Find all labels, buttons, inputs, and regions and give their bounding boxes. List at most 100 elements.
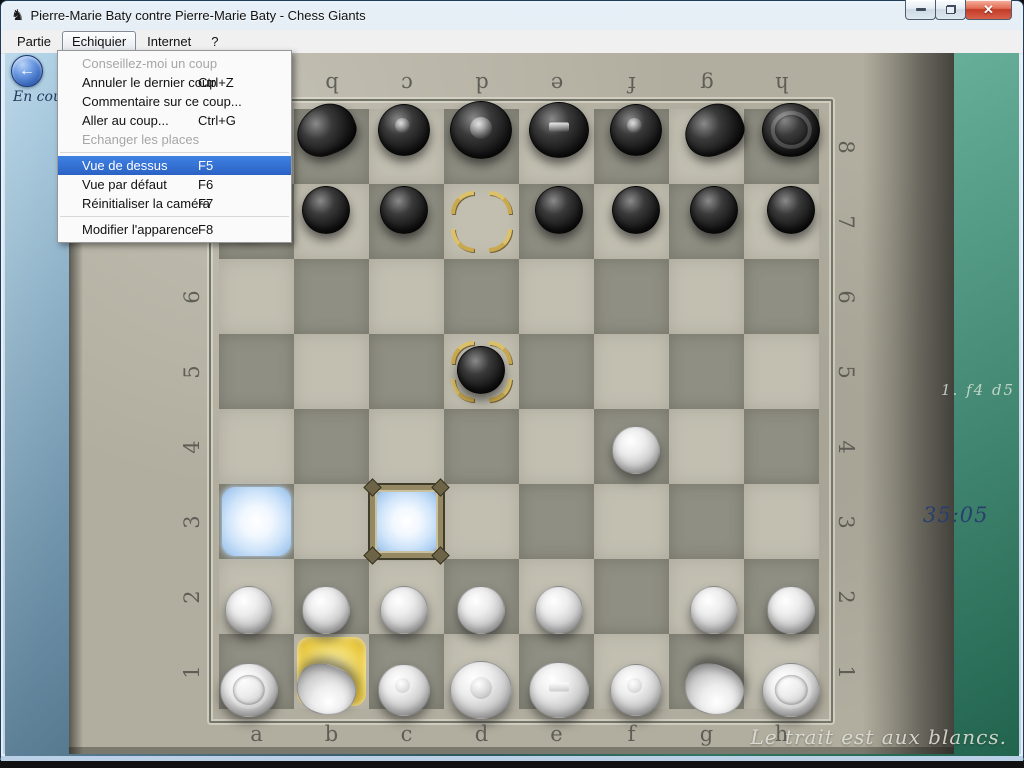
menu-separator <box>60 216 289 217</box>
menu-item-aller-au-coup[interactable]: Aller au coup...Ctrl+G <box>58 111 291 130</box>
square-a6[interactable] <box>219 259 294 334</box>
square-f5[interactable] <box>594 334 669 409</box>
square-d4[interactable] <box>444 409 519 484</box>
piece-white-rook-h1[interactable] <box>762 663 820 717</box>
file-label-bottom-g: g <box>692 719 722 749</box>
rank-label-left-1: 1 <box>177 657 207 687</box>
piece-white-bishop-f1[interactable] <box>610 664 662 716</box>
menu-item-conseillez-moi-un-coup[interactable]: Conseillez-moi un coup <box>58 54 291 73</box>
piece-white-pawn-g2[interactable] <box>690 586 738 634</box>
square-b3[interactable] <box>294 484 369 559</box>
back-arrow-icon[interactable]: ← <box>11 55 43 87</box>
square-c6[interactable] <box>369 259 444 334</box>
file-label-top-e: e <box>542 69 572 99</box>
piece-white-pawn-e2[interactable] <box>535 586 583 634</box>
rank-label-right-4: 4 <box>831 432 861 462</box>
square-g3[interactable] <box>669 484 744 559</box>
screen: ♞ Pierre-Marie Baty contre Pierre-Marie … <box>0 0 1024 768</box>
menu-item-echanger-les-places[interactable]: Echanger les places <box>58 130 291 149</box>
piece-white-bishop-c1[interactable] <box>378 664 430 716</box>
menubar-item-partie[interactable]: Partie <box>8 31 60 52</box>
piece-black-bishop-f8[interactable] <box>610 104 662 156</box>
turn-status-text: Le trait est aux blancs. <box>750 725 1007 749</box>
square-d3[interactable] <box>444 484 519 559</box>
file-label-bottom-b: b <box>317 719 347 749</box>
piece-white-pawn-h2[interactable] <box>767 586 815 634</box>
file-label-top-h: h <box>767 69 797 99</box>
rank-label-left-4: 4 <box>177 432 207 462</box>
piece-black-pawn-d5[interactable] <box>457 346 505 394</box>
piece-black-pawn-c7[interactable] <box>380 186 428 234</box>
title-bar[interactable]: ♞ Pierre-Marie Baty contre Pierre-Marie … <box>1 1 1023 30</box>
square-g5[interactable] <box>669 334 744 409</box>
rank-label-right-2: 2 <box>831 582 861 612</box>
square-g4[interactable] <box>669 409 744 484</box>
square-g6[interactable] <box>669 259 744 334</box>
move-list-text: 1. f4 d5 <box>941 381 1015 399</box>
file-label-top-g: g <box>692 69 722 99</box>
piece-black-pawn-e7[interactable] <box>535 186 583 234</box>
square-f3[interactable] <box>594 484 669 559</box>
menubar-item-?[interactable]: ? <box>202 31 227 52</box>
close-icon: ✕ <box>983 3 994 16</box>
square-f2[interactable] <box>594 559 669 634</box>
square-b6[interactable] <box>294 259 369 334</box>
square-c5[interactable] <box>369 334 444 409</box>
minimize-icon <box>916 8 926 11</box>
piece-white-pawn-b2[interactable] <box>302 586 350 634</box>
piece-white-pawn-d2[interactable] <box>457 586 505 634</box>
piece-black-bishop-c8[interactable] <box>378 104 430 156</box>
menu-item-vue-par-d-faut[interactable]: Vue par défautF6 <box>58 175 291 194</box>
piece-black-pawn-g7[interactable] <box>690 186 738 234</box>
square-h6[interactable] <box>744 259 819 334</box>
piece-white-pawn-f4[interactable] <box>612 426 660 474</box>
file-label-top-f: f <box>617 69 647 99</box>
piece-white-king-e1[interactable] <box>529 662 589 718</box>
close-button[interactable]: ✕ <box>965 0 1012 20</box>
minimize-button[interactable] <box>905 0 936 20</box>
square-h5[interactable] <box>744 334 819 409</box>
menu-item-modifier-l-apparence[interactable]: Modifier l'apparenceF8 <box>58 220 291 239</box>
rank-label-right-5: 5 <box>831 357 861 387</box>
square-a4[interactable] <box>219 409 294 484</box>
square-e3[interactable] <box>519 484 594 559</box>
square-f6[interactable] <box>594 259 669 334</box>
menubar-item-echiquier[interactable]: Echiquier <box>62 31 136 52</box>
file-label-top-b: b <box>317 69 347 99</box>
menu-item-annuler-le-dernier-coup[interactable]: Annuler le dernier coupCtrl+Z <box>58 73 291 92</box>
square-h3[interactable] <box>744 484 819 559</box>
board-squares <box>219 109 819 709</box>
menu-item-commentaire-sur-ce-coup[interactable]: Commentaire sur ce coup... <box>58 92 291 111</box>
menubar-item-internet[interactable]: Internet <box>138 31 200 52</box>
menu-item-vue-de-dessus[interactable]: Vue de dessusF5 <box>58 156 291 175</box>
piece-black-pawn-f7[interactable] <box>612 186 660 234</box>
rank-label-left-6: 6 <box>177 282 207 312</box>
piece-black-king-e8[interactable] <box>529 102 589 158</box>
rank-label-right-8: 8 <box>831 132 861 162</box>
square-e6[interactable] <box>519 259 594 334</box>
board-edge-right <box>862 53 954 754</box>
square-b5[interactable] <box>294 334 369 409</box>
square-d6[interactable] <box>444 259 519 334</box>
restore-button[interactable] <box>935 0 966 20</box>
file-label-top-c: c <box>392 69 422 99</box>
square-c4[interactable] <box>369 409 444 484</box>
piece-white-pawn-c2[interactable] <box>380 586 428 634</box>
legal-move-square-a3[interactable] <box>222 487 291 556</box>
piece-white-pawn-a2[interactable] <box>225 586 273 634</box>
square-e4[interactable] <box>519 409 594 484</box>
menu-item-r-initialiser-la-cam-ra[interactable]: Réinitialiser la caméraF7 <box>58 194 291 213</box>
square-e5[interactable] <box>519 334 594 409</box>
hint-move-square-c3[interactable] <box>370 485 443 558</box>
piece-black-rook-h8[interactable] <box>762 103 820 157</box>
piece-white-rook-a1[interactable] <box>220 663 278 717</box>
piece-black-pawn-b7[interactable] <box>302 186 350 234</box>
window-title: Pierre-Marie Baty contre Pierre-Marie Ba… <box>30 8 365 23</box>
piece-white-queen-d1[interactable] <box>450 661 512 719</box>
square-h4[interactable] <box>744 409 819 484</box>
rank-label-left-5: 5 <box>177 357 207 387</box>
square-b4[interactable] <box>294 409 369 484</box>
piece-black-queen-d8[interactable] <box>450 101 512 159</box>
piece-black-pawn-h7[interactable] <box>767 186 815 234</box>
square-a5[interactable] <box>219 334 294 409</box>
